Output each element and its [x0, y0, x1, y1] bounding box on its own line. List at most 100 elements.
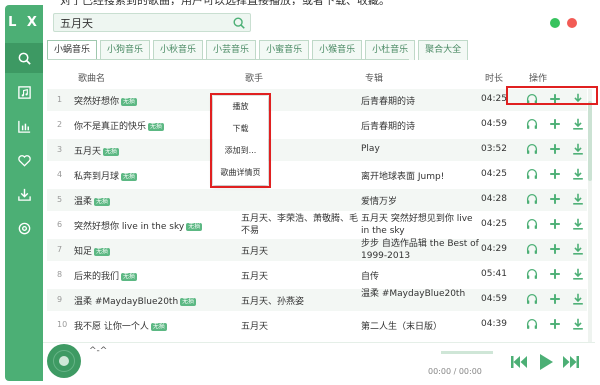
- header-name: 歌曲名: [78, 74, 106, 84]
- lossless-badge: 无损: [121, 98, 138, 106]
- search-icon[interactable]: [232, 16, 246, 30]
- next-button[interactable]: [560, 351, 582, 373]
- plus-icon: [548, 144, 562, 159]
- song-title: 我不愿 让你一个人: [74, 322, 149, 332]
- row-index: 10: [57, 320, 68, 329]
- tab-4[interactable]: 小芸音乐: [206, 40, 257, 60]
- tab-6[interactable]: 小猴音乐: [312, 40, 363, 60]
- table-row[interactable]: 3 五月天 无损 Play 03:52: [47, 139, 587, 161]
- add-to-list-button[interactable]: [548, 267, 562, 283]
- play-icon: [540, 354, 553, 370]
- play-song-button[interactable]: [525, 317, 539, 333]
- sidebar-item-settings[interactable]: [5, 213, 43, 243]
- lossless-badge: 无损: [148, 123, 165, 131]
- header-singer: 歌手: [245, 74, 264, 84]
- play-button[interactable]: [534, 351, 556, 373]
- lossless-badge: 无损: [180, 298, 197, 306]
- play-song-button[interactable]: [525, 267, 539, 283]
- close-button[interactable]: [567, 18, 577, 28]
- song-singer: 五月天、孙燕姿: [241, 297, 305, 307]
- lossless-badge: 无损: [150, 323, 167, 331]
- download-song-button[interactable]: [571, 167, 585, 183]
- table-row[interactable]: 7 知足 无损 五月天 步步 自选作品辑 the Best of 1999-2013 04…: [47, 239, 587, 261]
- play-song-button[interactable]: [525, 167, 539, 183]
- plus-icon: [548, 194, 562, 209]
- song-duration: 04:25: [481, 169, 507, 179]
- tab-5[interactable]: 小蜜音乐: [259, 40, 310, 60]
- app-window: 对于已经搜索到的歌曲，用户可以选择直接播放，或者下载、收藏。 L X 小蜗: [0, 0, 600, 385]
- search-input[interactable]: [60, 15, 220, 31]
- add-to-list-button[interactable]: [548, 192, 562, 208]
- download-song-button[interactable]: [571, 192, 585, 208]
- song-singer: 五月天、李荣浩、萧敬腾、毛不易: [241, 214, 359, 236]
- table-row[interactable]: 5 温柔 无损 爱情万岁 04:28: [47, 189, 587, 211]
- sidebar-item-leaderboard[interactable]: [5, 111, 43, 141]
- row-actions: [525, 217, 587, 233]
- song-name: 温柔 无损: [74, 194, 236, 207]
- song-duration: 03:52: [481, 144, 507, 154]
- add-to-list-button[interactable]: [548, 217, 562, 233]
- play-song-button[interactable]: [525, 217, 539, 233]
- add-to-list-button[interactable]: [548, 292, 562, 308]
- download-icon: [571, 293, 585, 309]
- download-icon: [17, 188, 31, 201]
- table-row[interactable]: 9 温柔 #MaydayBlue20th 无损 五月天、孙燕姿 温柔 #MaydayBl…: [47, 289, 587, 311]
- download-icon: [571, 118, 585, 134]
- table-row[interactable]: 2 你不是真正的快乐 无损 后青春期的诗 04:59: [47, 114, 587, 136]
- download-song-button[interactable]: [571, 242, 585, 258]
- tab-1[interactable]: 小蜗音乐: [47, 40, 98, 60]
- album-disc[interactable]: [47, 344, 81, 378]
- headphones-icon: [525, 118, 539, 134]
- sidebar-item-songlist[interactable]: [5, 77, 43, 107]
- add-to-list-button[interactable]: [548, 242, 562, 258]
- download-icon: [571, 143, 585, 159]
- minimize-button[interactable]: [550, 18, 560, 28]
- plus-icon: [548, 119, 562, 134]
- lossless-badge: 无损: [94, 248, 111, 256]
- scrollbar-thumb[interactable]: [588, 101, 592, 181]
- progress-bar[interactable]: [441, 351, 493, 354]
- table-row[interactable]: 8 后来的我们 无损 五月天 自传 05:41: [47, 264, 587, 286]
- row-index: 1: [57, 95, 63, 104]
- prev-button[interactable]: [508, 351, 530, 373]
- row-index: 2: [57, 120, 63, 129]
- play-song-button[interactable]: [525, 242, 539, 258]
- play-song-button[interactable]: [525, 142, 539, 158]
- tab-7[interactable]: 小杜音乐: [365, 40, 416, 60]
- header-album: 专辑: [365, 74, 384, 84]
- sidebar-item-downloads[interactable]: [5, 179, 43, 209]
- tab-3[interactable]: 小秋音乐: [153, 40, 204, 60]
- download-song-button[interactable]: [571, 317, 585, 333]
- download-icon: [571, 268, 585, 284]
- row-actions: [525, 292, 587, 308]
- play-song-button[interactable]: [525, 292, 539, 308]
- table-row[interactable]: 6 突然好想你 live in the sky 无损 五月天、李荣浩、萧敬腾、毛不易五…: [47, 214, 587, 236]
- play-song-button[interactable]: [525, 117, 539, 133]
- song-title: 你不是真正的快乐: [74, 122, 147, 132]
- add-to-list-button[interactable]: [548, 142, 562, 158]
- add-to-list-button[interactable]: [548, 117, 562, 133]
- table-row[interactable]: 10 我不愿 让你一个人 无损 五月天 第二人生（末日版） 04:39: [47, 314, 587, 336]
- song-album: 自传: [361, 272, 380, 282]
- song-album: 温柔 #MaydayBlue20th: [361, 289, 466, 299]
- sidebar-item-search[interactable]: [5, 43, 43, 73]
- search-box: [53, 13, 251, 32]
- download-song-button[interactable]: [571, 292, 585, 308]
- plus-icon: [548, 219, 562, 234]
- sidebar-item-favorites[interactable]: [5, 145, 43, 175]
- download-song-button[interactable]: [571, 142, 585, 158]
- plus-icon: [548, 169, 562, 184]
- add-to-list-button[interactable]: [548, 167, 562, 183]
- download-song-button[interactable]: [571, 117, 585, 133]
- row-actions: [525, 167, 587, 183]
- play-song-button[interactable]: [525, 192, 539, 208]
- download-song-button[interactable]: [571, 217, 585, 233]
- download-song-button[interactable]: [571, 267, 585, 283]
- row-index: 8: [57, 270, 63, 279]
- row-actions: [525, 242, 587, 258]
- add-to-list-button[interactable]: [548, 317, 562, 333]
- song-singer: 五月天: [241, 247, 269, 257]
- table-row[interactable]: 4私奔到月球无损陈绮贞离开地球表面 Jump!04:25: [47, 164, 587, 186]
- tab-2[interactable]: 小狗音乐: [100, 40, 151, 60]
- tab-8[interactable]: 聚合大全: [418, 40, 469, 60]
